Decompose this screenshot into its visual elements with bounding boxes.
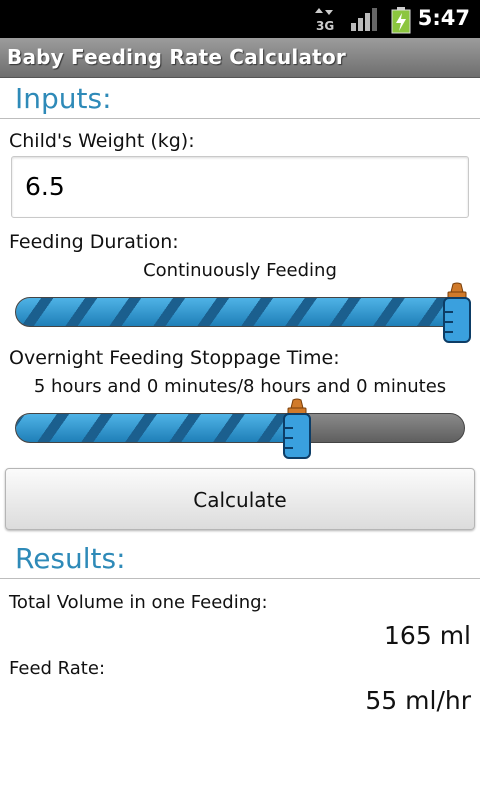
stoppage-bottle-thumb-icon[interactable] (281, 398, 313, 460)
stoppage-label: Overnight Feeding Stoppage Time: (9, 347, 340, 369)
weight-input[interactable]: 6.5 (11, 156, 469, 218)
duration-slider[interactable] (15, 297, 465, 327)
stoppage-slider[interactable] (15, 413, 465, 443)
calculate-button[interactable]: Calculate (5, 468, 475, 530)
total-volume-label: Total Volume in one Feeding: (9, 592, 268, 613)
results-header: Results: (15, 542, 126, 575)
duration-value: Continuously Feeding (143, 260, 337, 281)
duration-bottle-thumb-icon[interactable] (441, 282, 473, 344)
stoppage-slider-fill (16, 414, 302, 442)
inputs-divider (0, 118, 480, 119)
signal-icon (351, 8, 377, 31)
weight-input-value: 6.5 (25, 172, 65, 201)
status-time: 5:47 (417, 6, 470, 30)
total-volume-value: 165 ml (384, 621, 471, 650)
network-3g-icon: 3G (315, 8, 334, 32)
svg-text:3G: 3G (316, 19, 334, 32)
results-divider (0, 578, 480, 579)
inputs-header: Inputs: (15, 82, 112, 115)
app-title: Baby Feeding Rate Calculator (7, 45, 346, 69)
stoppage-value: 5 hours and 0 minutes/8 hours and 0 minu… (33, 376, 447, 397)
app-title-bar: Baby Feeding Rate Calculator (0, 38, 480, 78)
battery-charging-icon (391, 7, 411, 34)
feed-rate-value: 55 ml/hr (365, 686, 471, 715)
feed-rate-label: Feed Rate: (9, 658, 106, 679)
duration-label: Feeding Duration: (9, 231, 179, 253)
status-bar: 3G 5:47 (0, 0, 480, 38)
weight-label: Child's Weight (kg): (9, 130, 195, 152)
duration-slider-fill (16, 298, 462, 326)
